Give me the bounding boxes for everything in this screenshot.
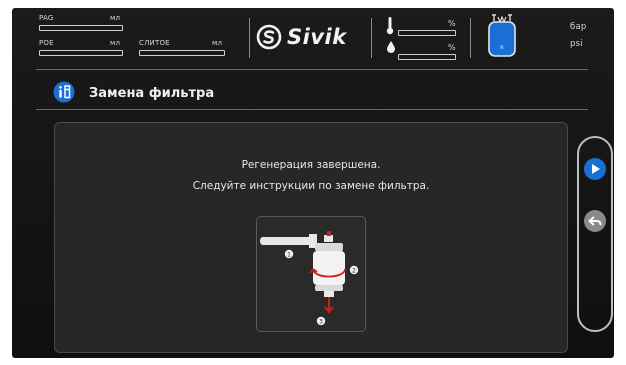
pag-label: PAG: [39, 14, 54, 22]
machine-screen: PAG мл POE мл СЛИТОЕ мл Sivik % % R бар …: [12, 8, 614, 358]
pag-level-bar: [39, 25, 123, 31]
step-1-badge: 1: [287, 252, 291, 259]
step-3-badge: 3: [319, 319, 323, 326]
thermometer-icon: [386, 17, 394, 35]
step-2-badge: 2: [352, 268, 356, 275]
side-control-bar: [577, 136, 613, 332]
info-icon: [53, 81, 75, 103]
instruction-message: Следуйте инструкции по замене фильтра.: [192, 180, 430, 192]
filter-diagram-icon: 1 2 3: [260, 231, 359, 326]
drain-level-bar: [139, 50, 225, 56]
poe-level-bar: [39, 50, 123, 56]
logo-wordmark: Sivik: [287, 25, 347, 49]
filter-replacement-illustration: 1 2 3: [256, 216, 366, 332]
poe-label: POE: [39, 39, 54, 47]
status-message: Регенерация завершена.: [241, 159, 381, 171]
sivik-logo: Sivik: [256, 22, 347, 52]
header-separator: [36, 69, 588, 70]
header-divider: [470, 18, 471, 58]
droplet-icon: [387, 41, 395, 53]
drain-label: СЛИТОЕ: [139, 39, 170, 47]
page-title: Замена фильтра: [89, 86, 215, 101]
drain-unit: мл: [212, 39, 223, 47]
header-divider: [249, 18, 250, 58]
header-divider: [371, 18, 372, 58]
pressure-unit-bar: бар: [570, 22, 587, 32]
sivik-emblem-icon: [256, 24, 282, 50]
content-panel: Регенерация завершена. Следуйте инструкц…: [54, 122, 568, 353]
moisture-bar: [398, 54, 456, 60]
back-arrow-icon: [588, 216, 602, 226]
refrigerant-tank-icon: R: [488, 14, 516, 57]
next-button[interactable]: [584, 158, 606, 180]
pct-bottom-label: %: [448, 43, 456, 52]
temperature-bar: [398, 30, 456, 36]
poe-unit: мл: [110, 39, 121, 47]
tank-label: R: [500, 45, 503, 51]
pressure-unit-psi: psi: [570, 39, 583, 49]
pct-top-label: %: [448, 19, 456, 28]
play-icon: [592, 164, 600, 174]
back-button[interactable]: [584, 210, 606, 232]
title-separator: [36, 109, 588, 110]
pag-unit: мл: [110, 14, 121, 22]
